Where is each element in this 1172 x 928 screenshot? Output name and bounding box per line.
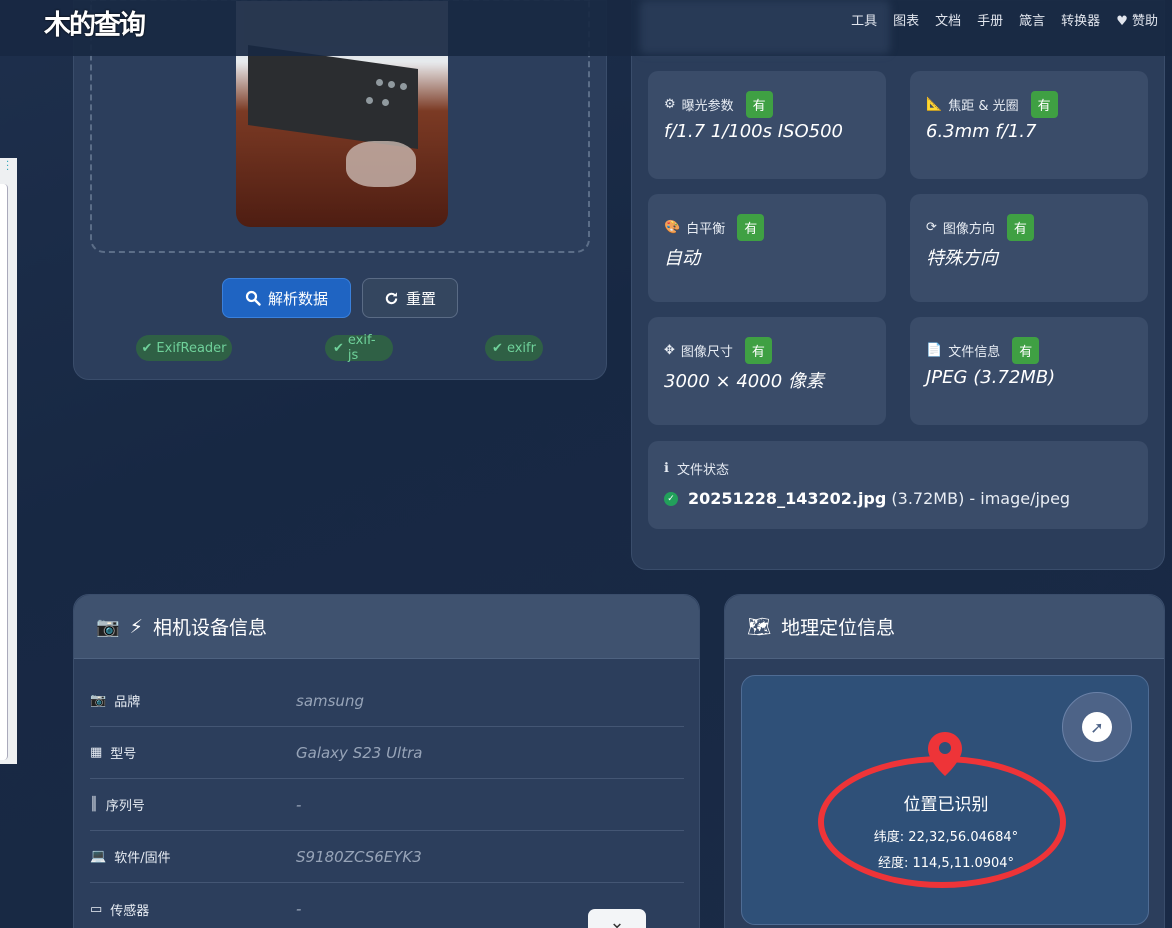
status-badge: 有 [744, 337, 772, 364]
status-badge: 有 [1006, 214, 1034, 241]
status-badge: 有 [1012, 337, 1040, 364]
compass-icon: ➚ [1082, 712, 1112, 742]
exif-card-exposure: ⚙ 曝光参数有 f/1.7 1/100s ISO500 [648, 71, 886, 179]
file-icon: 📄 [926, 343, 943, 358]
refresh-icon [384, 291, 399, 306]
exif-card-dimensions: ✥ 图像尺寸有 3000 × 4000 像素 [648, 317, 886, 425]
camera-icon: 📷 [96, 616, 120, 638]
check-icon: ✔ [141, 340, 153, 356]
hdd-icon: ▭ [90, 901, 103, 917]
geo-location-box: ➚ 位置已识别 纬度: 22,32,56.04684° 经度: 114,5,11… [741, 675, 1149, 925]
device-row-model: ▦ 型号 Galaxy S23 Ultra [90, 727, 684, 779]
nav-link-tools[interactable]: 工具 [851, 10, 877, 29]
status-badge: 有 [1030, 91, 1058, 118]
device-row-brand: 📷 品牌 samsung [90, 675, 684, 727]
nav-link-charts[interactable]: 图表 [893, 10, 919, 29]
gear-icon: ⚙ [664, 97, 676, 112]
file-name: 20251228_143202.jpg [688, 489, 887, 508]
palette-icon: 🎨 [664, 220, 681, 235]
geo-panel-header: 🗺 地理定位信息 [725, 595, 1164, 659]
flash-icon: ⚡ [129, 615, 144, 638]
laptop-icon: 💻 [90, 849, 107, 864]
nav-link-quotes[interactable]: 箴言 [1019, 10, 1045, 29]
library-badge-exif-js: ✔ exif-js [325, 333, 393, 363]
scroll-down-button[interactable]: ⌄ [588, 909, 646, 928]
nav-link-sponsor[interactable]: ♥ 赞助 [1116, 10, 1158, 29]
geo-status: 位置已识别 [903, 795, 989, 815]
parse-button[interactable]: 解析数据 [222, 278, 351, 318]
upload-panel: 解析数据 重置 ✔ ExifReader ✔ exif-js ✔ exifr [73, 0, 607, 380]
nav-links: 工具 图表 文档 手册 箴言 转换器 ♥ 赞助 [851, 10, 1158, 29]
nav-link-converter[interactable]: 转换器 [1061, 10, 1100, 29]
library-badge-exifr: ✔ exifr [485, 335, 543, 361]
arrows-icon: ✥ [664, 343, 675, 358]
compass-button[interactable]: ➚ [1062, 692, 1132, 762]
ruler-icon: 📐 [926, 97, 943, 112]
barcode-icon: ║ [90, 797, 98, 812]
geo-latitude: 纬度: 22,32,56.04684° [873, 830, 1019, 845]
nav-link-docs[interactable]: 文档 [935, 10, 961, 29]
map-icon: 🗺 [747, 616, 772, 638]
nav-link-manual[interactable]: 手册 [977, 10, 1003, 29]
geo-panel-title: 地理定位信息 [781, 617, 896, 639]
info-icon: ℹ [664, 461, 669, 476]
exif-card-orientation: ⟳ 图像方向有 特殊方向 [910, 194, 1148, 302]
site-logo[interactable]: 木的查询 [44, 3, 146, 42]
top-nav: 木的查询 工具 图表 文档 手册 箴言 转换器 ♥ 赞助 [0, 0, 1172, 56]
rotate-icon: ⟳ [926, 220, 937, 235]
camera-icon: 📷 [90, 693, 107, 708]
chip-icon: ▦ [90, 745, 103, 760]
status-badge: 有 [745, 91, 773, 118]
device-panel-header: 📷 ⚡ 相机设备信息 [74, 595, 699, 659]
file-status-card: ℹ 文件状态 ✓ 20251228_143202.jpg (3.72MB) - im… [648, 441, 1148, 529]
device-row-software: 💻 软件/固件 S9180ZCS6EYK3 [90, 831, 684, 883]
side-widget-panel [0, 184, 8, 760]
library-badge-exifreader: ✔ ExifReader [136, 335, 232, 361]
device-panel-title: 相机设备信息 [153, 617, 268, 639]
check-icon: ✔ [492, 340, 503, 356]
device-panel: 📷 ⚡ 相机设备信息 📷 品牌 samsung ▦ 型号 Galaxy S23 Ul… [73, 594, 700, 928]
heart-icon: ♥ [1116, 14, 1128, 29]
exif-card-focal: 📐 焦距 & 光圈有 6.3mm f/1.7 [910, 71, 1148, 179]
exif-card-file-info: 📄 文件信息有 JPEG (3.72MB) [910, 317, 1148, 425]
file-details: (3.72MB) - image/jpeg [891, 489, 1071, 508]
geo-panel: 🗺 地理定位信息 ➚ 位置已识别 纬度: 22,32,56.04684° 经度:… [724, 594, 1165, 928]
status-badge: 有 [737, 214, 765, 241]
chevron-down-icon: ⌄ [609, 911, 625, 928]
exif-card-white-balance: 🎨 白平衡有 自动 [648, 194, 886, 302]
check-icon: ✔ [333, 340, 344, 356]
side-widget[interactable]: · · · [0, 158, 17, 764]
exif-panel: ⚙ 曝光参数有 f/1.7 1/100s ISO500 📐 焦距 & 光圈有 6.3… [631, 0, 1165, 570]
check-circle-icon: ✓ [664, 491, 678, 506]
dots-icon: · · · [6, 157, 10, 176]
reset-button[interactable]: 重置 [362, 278, 458, 318]
device-row-serial: ║ 序列号 - [90, 779, 684, 831]
geo-longitude: 经度: 114,5,11.0904° [877, 856, 1015, 871]
search-icon [245, 290, 261, 306]
